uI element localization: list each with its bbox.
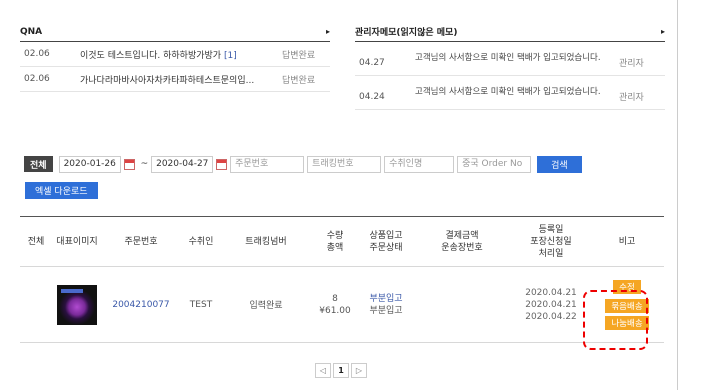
col-status-line2: 주문상태	[369, 242, 403, 253]
recipient-input[interactable]	[384, 155, 455, 173]
col-tracking: 트래킹넘버	[245, 236, 287, 247]
search-bar: 전체 ~ 검색	[24, 155, 582, 173]
col-payment-line1: 결제금액	[445, 230, 479, 241]
date-from-input[interactable]	[58, 155, 121, 173]
split-shipping-button[interactable]: 나눔배송	[605, 315, 649, 330]
registered-date: 2020.04.21	[525, 287, 577, 298]
qna-row[interactable]: 02.06 이것도 테스트입니다. 하하하방가방가 [1] 답변완료	[20, 42, 330, 67]
qna-question-text: 이것도 테스트입니다. 하하하방가방가	[80, 50, 222, 61]
next-page-icon[interactable]: ▷	[351, 363, 367, 378]
col-recipient: 수취인	[188, 236, 214, 247]
col-order-no: 주문번호	[124, 236, 158, 247]
tracking-no-input[interactable]	[307, 155, 382, 173]
pagination: ◁ 1 ▷	[315, 363, 367, 378]
qna-reply-count: [1]	[223, 50, 237, 61]
admin-memo-panel: 관리자메모(읽지않은 메모) ▸ 04.27 고객님의 사서함으로 미확인 택배…	[355, 22, 665, 110]
memo-author: 관리자	[619, 93, 644, 103]
date-to-input[interactable]	[151, 155, 214, 173]
memo-more-icon[interactable]: ▸	[661, 27, 665, 36]
qna-date: 02.06	[24, 74, 50, 84]
qna-question[interactable]: 가나다라마바사아자차카타파하테스트문의입...	[80, 73, 282, 86]
product-thumbnail[interactable]	[57, 284, 97, 325]
qna-date: 02.06	[24, 49, 50, 59]
qna-question-text: 가나다라마바사아자차카타파하테스트문의입...	[80, 75, 255, 86]
memo-header: 관리자메모(읽지않은 메모) ▸	[355, 22, 665, 42]
memo-date: 04.27	[359, 57, 385, 68]
qty-value: 8	[332, 293, 338, 304]
order-no-input[interactable]	[230, 155, 305, 173]
col-payment-line2: 운송장번호	[441, 242, 483, 253]
memo-row[interactable]: 04.24 고객님의 사서함으로 미확인 택배가 입고되었습니다. 관리자	[355, 76, 665, 110]
dates-cell: 2020.04.21 2020.04.21 2020.04.22	[512, 287, 590, 323]
order-status: 부분입고	[369, 305, 403, 316]
col-dates-line2: 포장신청일	[530, 236, 572, 247]
qty-cell: 8 ¥61.00	[310, 293, 360, 317]
packing-date: 2020.04.21	[525, 299, 577, 310]
excel-download-button[interactable]: 엑셀 다운로드	[25, 182, 98, 199]
memo-title: 관리자메모(읽지않은 메모)	[355, 28, 458, 38]
qna-status: 답변완료	[282, 75, 316, 86]
cn-order-input[interactable]	[457, 155, 532, 173]
col-dates: 등록일 포장신청일 처리일	[512, 224, 590, 260]
recipient-cell: TEST	[189, 299, 213, 310]
col-status-line1: 상품입고	[369, 230, 403, 241]
page-number[interactable]: 1	[333, 363, 349, 378]
qna-panel: QNA ▸ 02.06 이것도 테스트입니다. 하하하방가방가 [1] 답변완료…	[20, 22, 330, 92]
memo-author: 관리자	[619, 59, 644, 69]
image-cell	[52, 284, 102, 325]
note-cell: 수정 묶음배송 나눔배송	[590, 279, 664, 330]
processed-date: 2020.04.22	[525, 311, 577, 322]
col-qty: 수량 총액	[310, 230, 360, 254]
edit-button[interactable]: 수정	[613, 279, 641, 294]
table-header-row: 전체 대표이미지 주문번호 수취인 트래킹넘버 수량 총액 상품입고 주문상태 결제…	[20, 217, 664, 267]
order-table: 전체 대표이미지 주문번호 수취인 트래킹넘버 수량 총액 상품입고 주문상태 결제…	[20, 216, 664, 343]
col-note: 비고	[618, 236, 636, 247]
date-range-tilde: ~	[140, 159, 149, 169]
content-right-border	[677, 0, 678, 390]
qna-row[interactable]: 02.06 가나다라마바사아자차카타파하테스트문의입... 답변완료	[20, 67, 330, 92]
memo-row[interactable]: 04.27 고객님의 사서함으로 미확인 택배가 입고되었습니다. 관리자	[355, 42, 665, 76]
action-buttons: 수정 묶음배송 나눔배송	[590, 279, 664, 330]
qna-more-icon[interactable]: ▸	[326, 27, 330, 36]
col-all[interactable]: 전체	[20, 236, 52, 248]
col-image: 대표이미지	[56, 236, 98, 247]
qna-question[interactable]: 이것도 테스트입니다. 하하하방가방가 [1]	[80, 48, 282, 61]
qna-title: QNA	[20, 26, 43, 37]
tracking-cell: 입력완료	[249, 301, 283, 311]
table-row: 2004210077 TEST 입력완료 8 ¥61.00 부분입고 부분입고 20…	[20, 267, 664, 343]
calendar-icon[interactable]	[216, 158, 228, 170]
search-button[interactable]: 검색	[537, 155, 582, 173]
prev-page-icon[interactable]: ◁	[315, 363, 331, 378]
col-qty-line2: 총액	[326, 242, 344, 253]
total-value: ¥61.00	[319, 305, 351, 316]
col-dates-line3: 처리일	[538, 248, 564, 259]
calendar-icon[interactable]	[123, 158, 135, 170]
col-status: 상품입고 주문상태	[360, 230, 412, 254]
bundle-shipping-button[interactable]: 묶음배송	[605, 298, 649, 313]
receive-status-link[interactable]: 부분입고	[360, 293, 412, 305]
all-button[interactable]: 전체	[24, 156, 53, 172]
status-cell: 부분입고 부분입고	[360, 293, 412, 317]
col-payment: 결제금액 운송장번호	[412, 230, 512, 254]
qna-header: QNA ▸	[20, 22, 330, 42]
memo-date: 04.24	[359, 91, 385, 102]
order-number-link[interactable]: 2004210077	[102, 300, 180, 310]
col-qty-line1: 수량	[326, 230, 344, 241]
col-dates-line1: 등록일	[538, 224, 564, 235]
memo-text[interactable]: 고객님의 사서함으로 미확인 택배가 입고되었습니다.	[415, 87, 619, 98]
qna-status: 답변완료	[282, 50, 316, 61]
memo-text[interactable]: 고객님의 사서함으로 미확인 택배가 입고되었습니다.	[415, 53, 619, 64]
